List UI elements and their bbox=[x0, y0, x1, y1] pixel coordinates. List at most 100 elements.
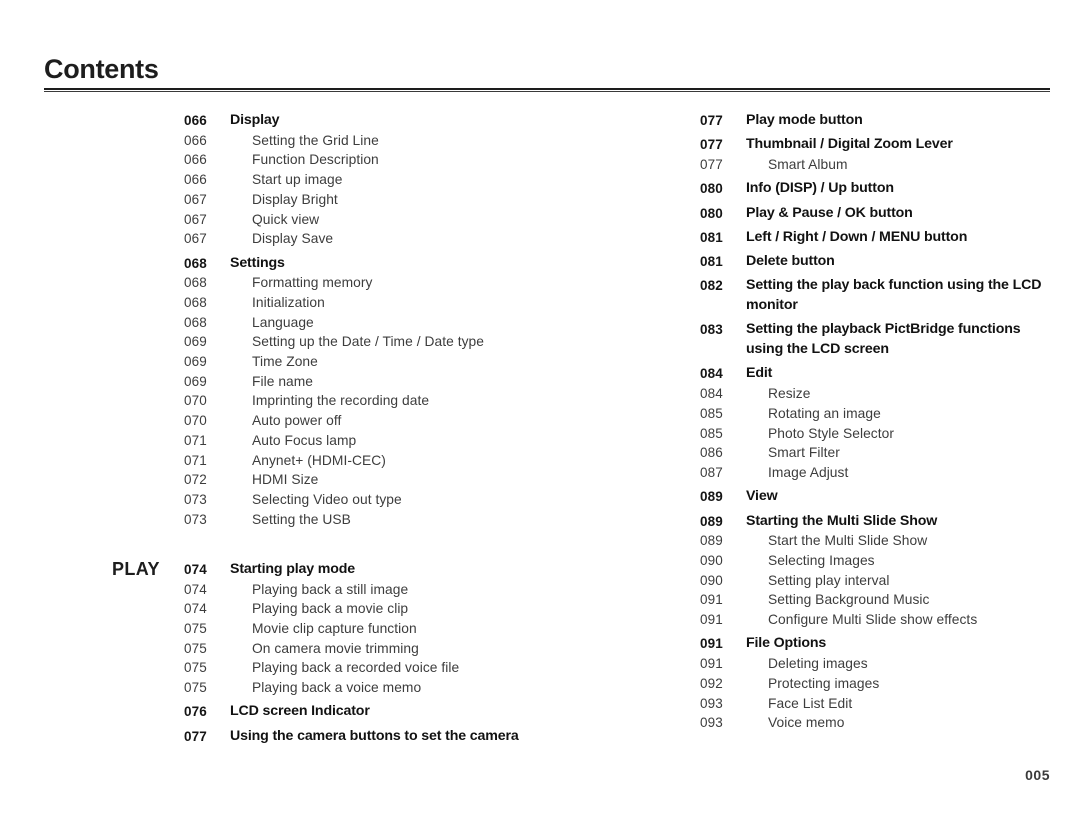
toc-entry-label: Smart Album bbox=[768, 157, 848, 172]
toc-heading-row[interactable]: 081 Left / Right / Down / MENU button bbox=[700, 228, 1050, 248]
toc-page-number: 075 bbox=[184, 680, 207, 696]
toc-entry-label: Settings bbox=[230, 254, 285, 271]
toc-heading-row[interactable]: 089 View bbox=[700, 487, 1050, 507]
toc-entry-label: Function Description bbox=[252, 152, 379, 168]
toc-heading-row[interactable]: 081 Delete button bbox=[700, 252, 1050, 272]
toc-page-number: 070 bbox=[184, 413, 207, 429]
toc-heading-row[interactable]: 080 Info (DISP) / Up button bbox=[700, 179, 1050, 199]
toc-page-number: 070 bbox=[184, 393, 207, 409]
toc-sub-row[interactable]: 090 Setting play interval bbox=[700, 571, 1050, 591]
toc-heading-row[interactable]: 076 LCD screen Indicator bbox=[112, 702, 582, 722]
toc-sub-row[interactable]: 085 Photo Style Selector bbox=[700, 424, 1050, 444]
toc-sub-row[interactable]: 067 Quick view bbox=[112, 210, 582, 230]
toc-sub-row[interactable]: 070 Auto power off bbox=[112, 411, 582, 431]
toc-page-number: 081 bbox=[700, 254, 723, 270]
toc-entry-label: Language bbox=[252, 314, 314, 330]
toc-sub-row[interactable]: 086 Smart Filter bbox=[700, 443, 1050, 463]
toc-sub-row[interactable]: 091 Setting Background Music bbox=[700, 590, 1050, 610]
toc-sub-row[interactable]: 066 Function Description bbox=[112, 150, 582, 170]
toc-page-number: 069 bbox=[184, 334, 207, 350]
toc-page-number: 068 bbox=[184, 275, 207, 291]
toc-sub-row[interactable]: 073 Selecting Video out type bbox=[112, 490, 582, 510]
toc-page-number: 089 bbox=[700, 489, 723, 505]
toc-page-number: 077 bbox=[700, 137, 723, 153]
toc-sub-row[interactable]: 067 Display Bright bbox=[112, 190, 582, 210]
toc-sub-row[interactable]: 075 Movie clip capture function bbox=[112, 619, 582, 639]
toc-entry-label: Thumbnail / Digital Zoom Lever bbox=[746, 136, 953, 153]
toc-page-number: 084 bbox=[700, 366, 723, 382]
toc-heading-row[interactable]: 083 Setting the playback PictBridge funct… bbox=[700, 320, 1050, 359]
toc-sub-row[interactable]: 071 Anynet+ (HDMI-CEC) bbox=[112, 451, 582, 471]
toc-sub-row[interactable]: 085 Rotating an image bbox=[700, 404, 1050, 424]
toc-entry-label: Playing back a still image bbox=[252, 581, 409, 597]
toc-page-number: 082 bbox=[700, 278, 723, 294]
toc-heading-row[interactable]: 080 Play & Pause / OK button bbox=[700, 204, 1050, 224]
toc-sub-row[interactable]: 070 Imprinting the recording date bbox=[112, 391, 582, 411]
toc-page-number: 093 bbox=[700, 715, 723, 731]
toc-page-number: 072 bbox=[184, 472, 207, 488]
toc-entry-label: Edit bbox=[746, 365, 773, 382]
toc-sub-row[interactable]: 068 Formatting memory bbox=[112, 273, 582, 293]
toc-heading-row[interactable]: 084 Edit bbox=[700, 364, 1050, 384]
toc-sub-row[interactable]: 092 Protecting images bbox=[700, 674, 1050, 694]
toc-page-number: 066 bbox=[184, 113, 207, 128]
toc-sub-row[interactable]: 074 Playing back a movie clip bbox=[112, 599, 582, 619]
toc-page-number: 066 bbox=[184, 152, 207, 168]
toc-sub-row[interactable]: 069 File name bbox=[112, 372, 582, 392]
toc-sub-row[interactable]: 068 Language bbox=[112, 313, 582, 333]
toc-sub-row[interactable]: 073 Setting the USB bbox=[112, 510, 582, 530]
toc-entry-label: Play mode button bbox=[746, 112, 863, 128]
toc-heading-row[interactable]: 091 File Options bbox=[700, 634, 1050, 654]
toc-page-number: 091 bbox=[700, 612, 723, 628]
toc-sub-row[interactable]: 087 Image Adjust bbox=[700, 463, 1050, 483]
toc-entry-label: Setting the playback PictBridge function… bbox=[746, 321, 1021, 358]
toc-sub-row[interactable]: 093 Face List Edit bbox=[700, 694, 1050, 714]
toc-sub-row[interactable]: 075 On camera movie trimming bbox=[112, 639, 582, 659]
toc-heading-row[interactable]: 077 Play mode button bbox=[700, 111, 1050, 131]
toc-page-number: 091 bbox=[700, 592, 723, 608]
toc-entry-label: Info (DISP) / Up button bbox=[746, 180, 894, 197]
toc-sub-row[interactable]: 075 Playing back a voice memo bbox=[112, 678, 582, 698]
toc-entry-label: Starting the Multi Slide Show bbox=[746, 512, 938, 529]
toc-entry-label: Setting up the Date / Time / Date type bbox=[252, 334, 484, 350]
toc-heading-row[interactable]: 068 Settings bbox=[112, 254, 582, 274]
toc-page-number: 085 bbox=[700, 425, 723, 441]
toc-sub-row[interactable]: 067 Display Save bbox=[112, 229, 582, 249]
toc-sub-row[interactable]: 068 Initialization bbox=[112, 293, 582, 313]
header-divider bbox=[44, 88, 1050, 92]
toc-sub-row[interactable]: 090 Selecting Images bbox=[700, 551, 1050, 571]
toc-heading-row[interactable]: 077 Using the camera buttons to set the c… bbox=[112, 727, 582, 747]
toc-entry-label: Delete button bbox=[746, 253, 835, 270]
toc-sub-row[interactable]: 091 Deleting images bbox=[700, 654, 1050, 674]
toc-entry-label: Start the Multi Slide Show bbox=[768, 533, 928, 549]
toc-sub-row[interactable]: 071 Auto Focus lamp bbox=[112, 431, 582, 451]
toc-entry-label: Left / Right / Down / MENU button bbox=[746, 228, 968, 245]
toc-sub-row[interactable]: 074 Playing back a still image bbox=[112, 580, 582, 600]
toc-entry-label: Initialization bbox=[252, 294, 325, 310]
toc-sub-row[interactable]: 066 Start up image bbox=[112, 170, 582, 190]
toc-sub-row[interactable]: 089 Start the Multi Slide Show bbox=[700, 531, 1050, 551]
toc-page-number: 091 bbox=[700, 656, 723, 672]
toc-page-number: 066 bbox=[184, 132, 207, 148]
toc-heading-row[interactable]: 089 Starting the Multi Slide Show bbox=[700, 512, 1050, 532]
toc-entry-label: Movie clip capture function bbox=[252, 621, 417, 637]
toc-sub-row[interactable]: 066 Setting the Grid Line bbox=[112, 131, 582, 151]
toc-heading-row[interactable]: 066 Display bbox=[112, 111, 582, 131]
toc-sub-row[interactable]: 075 Playing back a recorded voice file bbox=[112, 658, 582, 678]
toc-sub-row[interactable]: 084 Resize bbox=[700, 384, 1050, 404]
toc-entry-label: Setting the USB bbox=[252, 511, 351, 527]
toc-entry-label: Display Save bbox=[252, 231, 334, 247]
toc-heading-row[interactable]: 077 Thumbnail / Digital Zoom Lever bbox=[700, 135, 1050, 155]
toc-sub-row[interactable]: 077 Smart Album bbox=[700, 155, 1050, 175]
toc-sub-row[interactable]: 069 Time Zone bbox=[112, 352, 582, 372]
toc-sub-row[interactable]: 072 HDMI Size bbox=[112, 470, 582, 490]
toc-heading-row[interactable]: PLAY 074 Starting play mode bbox=[112, 559, 582, 580]
toc-page-number: 068 bbox=[184, 314, 207, 330]
toc-entry-label: LCD screen Indicator bbox=[230, 703, 370, 720]
toc-sub-row[interactable]: 091 Configure Multi Slide show effects bbox=[700, 610, 1050, 630]
toc-page-number: 084 bbox=[700, 386, 723, 402]
toc-sub-row[interactable]: 069 Setting up the Date / Time / Date typ… bbox=[112, 332, 582, 352]
toc-page-number: 075 bbox=[184, 660, 207, 676]
toc-sub-row[interactable]: 093 Voice memo bbox=[700, 713, 1050, 733]
toc-heading-row[interactable]: 082 Setting the play back function using … bbox=[700, 276, 1050, 315]
